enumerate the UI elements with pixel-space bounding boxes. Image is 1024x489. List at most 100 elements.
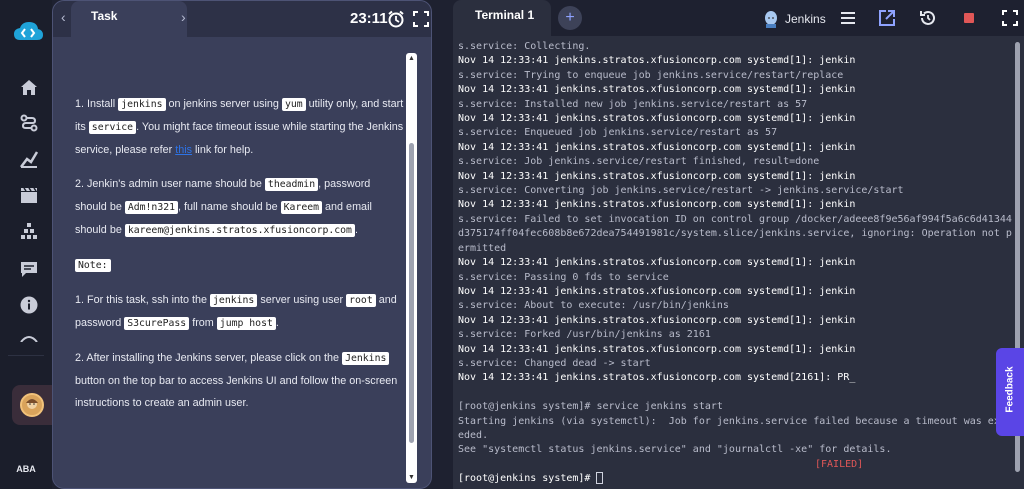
pyramid-icon[interactable]: [18, 220, 40, 242]
task-timer: 23:11: [350, 10, 388, 27]
text: , full name should be: [178, 201, 281, 213]
home-icon[interactable]: [18, 76, 40, 98]
terminal-line: Nov 14 12:33:41 jenkins.stratos.xfusionc…: [458, 199, 856, 211]
clipped-text-stub: [75, 47, 405, 53]
terminal-line: s.service: Installed new job jenkins.ser…: [458, 98, 808, 110]
tab-terminal-1[interactable]: Terminal 1: [453, 0, 551, 36]
alarm-clock-icon[interactable]: [387, 10, 405, 28]
terminal-line: Nov 14 12:33:41 jenkins.stratos.xfusionc…: [458, 84, 856, 96]
fullscreen-icon[interactable]: [1001, 9, 1019, 27]
text: 2. Jenkin's admin user name should be: [75, 178, 265, 190]
terminal-line: Nov 14 12:33:41 jenkins.stratos.xfusionc…: [458, 113, 856, 125]
route-icon[interactable]: [18, 112, 40, 134]
terminal-line: [root@jenkins system]# service jenkins s…: [458, 401, 723, 413]
scroll-down-icon[interactable]: ▼: [408, 474, 415, 481]
scrollbar-thumb[interactable]: [409, 143, 414, 443]
terminal-prompt: [root@jenkins system]#: [458, 473, 597, 485]
text: link for help.: [192, 144, 254, 156]
menu-icon[interactable]: [839, 9, 857, 27]
fullscreen-icon[interactable]: [412, 10, 430, 28]
cloud-logo-icon[interactable]: [12, 20, 44, 44]
history-icon[interactable]: [919, 9, 937, 27]
terminal-line: See "systemctl status jenkins.service" a…: [458, 444, 892, 456]
text: server using user: [257, 294, 347, 306]
code-service: service: [88, 121, 137, 134]
terminal-line: Starting jenkins (via systemctl): Job fo…: [458, 415, 1012, 441]
terminal-line: s.service: Collecting.: [458, 41, 591, 52]
task-step-1: 1. Install jenkins on jenkins server usi…: [75, 93, 405, 161]
code-jenkins-button: Jenkins: [342, 352, 390, 365]
terminal-prompt-line[interactable]: [root@jenkins system]#: [458, 472, 1012, 486]
note-heading: Note:: [75, 254, 405, 277]
terminal-output[interactable]: s.service: Collecting. Nov 14 12:33:41 je…: [458, 40, 1012, 489]
theme-toggle-icon[interactable]: [18, 330, 40, 344]
terminal-line: s.service: About to execute: /usr/bin/je…: [458, 300, 729, 312]
note-2: 2. After installing the Jenkins server, …: [75, 347, 405, 414]
help-link[interactable]: this: [175, 144, 192, 156]
code-fullname: Kareem: [280, 201, 323, 214]
clapperboard-icon[interactable]: [18, 184, 40, 206]
failed-status: [FAILED]: [815, 458, 864, 470]
failed-status-line: [FAILED]: [458, 458, 1012, 472]
terminal-line: Nov 14 12:33:41 jenkins.stratos.xfusionc…: [458, 343, 856, 355]
jenkins-button-label: Jenkins: [785, 12, 826, 26]
chevron-left-icon[interactable]: ‹: [61, 9, 66, 25]
code-user: root: [346, 294, 376, 307]
code-username: theadmin: [264, 178, 319, 191]
text: .: [275, 317, 279, 329]
tab-task[interactable]: Task: [71, 1, 187, 37]
task-scrollbar[interactable]: ▲ ▼: [406, 53, 417, 483]
code-email: kareem@jenkins.stratos.xfusioncorp.com: [124, 224, 355, 237]
jenkins-icon: [765, 11, 777, 28]
terminal-line: Nov 14 12:33:41 jenkins.stratos.xfusionc…: [458, 55, 856, 67]
info-icon[interactable]: [18, 294, 40, 316]
terminal-line: s.service: Changed dead -> start: [458, 357, 651, 369]
terminal-line: s.service: Passing 0 fds to service: [458, 271, 669, 283]
avatar[interactable]: [20, 393, 44, 417]
feedback-tab[interactable]: Feedback: [996, 348, 1024, 436]
code-yum: yum: [281, 98, 306, 111]
rail-divider: [8, 355, 44, 356]
text: from: [189, 317, 217, 329]
code-password: Adm!n321: [124, 201, 179, 214]
chat-icon[interactable]: [18, 258, 40, 280]
code-jenkins: jenkins: [118, 98, 166, 111]
terminal-line: s.service: Failed to set invocation ID o…: [458, 213, 1012, 254]
note-1: 1. For this task, ssh into the jenkins s…: [75, 289, 405, 335]
text: 1. Install: [75, 98, 119, 110]
jenkins-button[interactable]: Jenkins: [763, 10, 833, 28]
task-panel: ‹ Task › 23:11 1. Install jenkins on jen…: [52, 0, 432, 489]
note-label: Note:: [75, 259, 111, 272]
text: .: [354, 224, 358, 236]
terminal-header: Terminal 1 + Jenkins: [453, 0, 1024, 36]
terminal-line: Nov 14 12:33:41 jenkins.stratos.xfusionc…: [458, 372, 856, 384]
stop-icon[interactable]: [960, 9, 978, 27]
terminal-line: s.service: Trying to enqueue job jenkins…: [458, 69, 844, 81]
scroll-up-icon[interactable]: ▲: [408, 55, 415, 62]
terminal-line: s.service: Forked /usr/bin/jenkins as 21…: [458, 329, 711, 341]
graph-icon[interactable]: [18, 148, 40, 170]
terminal-line: s.service: Job jenkins.service/restart f…: [458, 156, 820, 168]
terminal-line: Nov 14 12:33:41 jenkins.stratos.xfusionc…: [458, 141, 856, 153]
text: 1. For this task, ssh into the: [75, 294, 211, 306]
text: on jenkins server using: [165, 98, 282, 110]
code-ssh-password: S3curePass: [124, 317, 190, 330]
terminal-line: Nov 14 12:33:41 jenkins.stratos.xfusionc…: [458, 257, 856, 269]
code-server: jenkins: [210, 294, 258, 307]
task-content: 1. Install jenkins on jenkins server usi…: [75, 47, 405, 483]
text: 2. After installing the Jenkins server, …: [75, 352, 343, 364]
add-terminal-button[interactable]: +: [558, 6, 582, 30]
terminal-cursor: [596, 472, 604, 485]
terminal-panel: Terminal 1 + Jenkins s.service: Collecti…: [453, 0, 1024, 489]
user-initials-badge[interactable]: ABA: [10, 457, 42, 481]
terminal-line: Nov 14 12:33:41 jenkins.stratos.xfusionc…: [458, 170, 856, 182]
text: button on the top bar to access Jenkins …: [75, 375, 398, 409]
terminal-line: s.service: Enqueued job jenkins.service/…: [458, 127, 778, 139]
task-header: ‹ Task › 23:11: [53, 1, 431, 37]
feedback-label: Feedback: [1004, 366, 1016, 413]
terminal-line: Nov 14 12:33:41 jenkins.stratos.xfusionc…: [458, 285, 856, 297]
open-external-icon[interactable]: [878, 9, 896, 27]
chevron-right-icon[interactable]: ›: [181, 9, 186, 25]
code-jump-host: jump host: [216, 317, 276, 330]
